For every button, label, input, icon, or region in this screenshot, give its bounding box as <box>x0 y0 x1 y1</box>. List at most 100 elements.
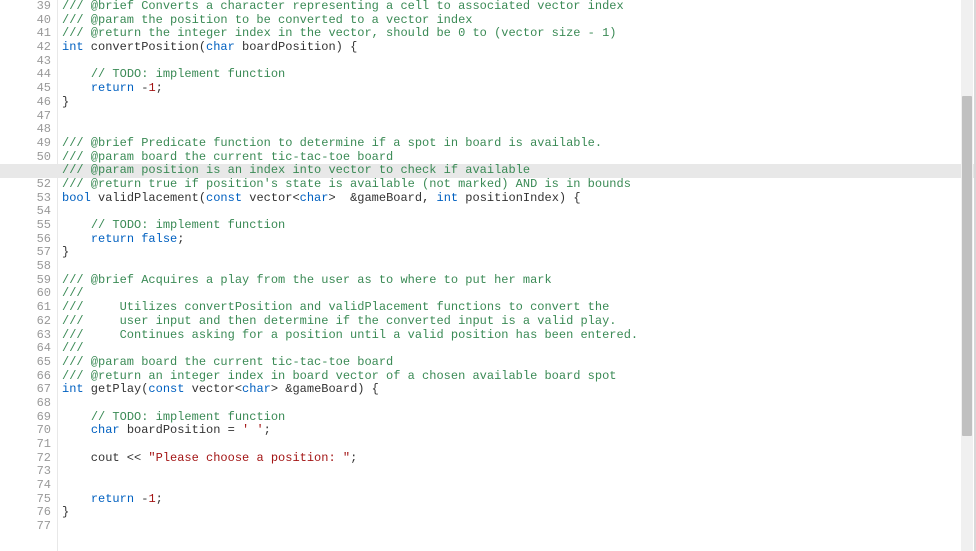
token-comment: /// @return true if position's state is … <box>62 177 631 191</box>
code-line[interactable]: } <box>62 96 976 110</box>
line-number: 39 <box>16 0 51 14</box>
code-line[interactable]: int convertPosition(char boardPosition) … <box>62 41 976 55</box>
code-line[interactable]: // TODO: implement function <box>62 68 976 82</box>
token-comment: /// @param the position to be converted … <box>62 13 472 27</box>
line-number: 48 <box>16 123 51 137</box>
token-comment: /// @param position is an index into vec… <box>62 163 530 177</box>
code-line[interactable]: /// <box>62 287 976 301</box>
code-line[interactable]: /// <box>62 342 976 356</box>
code-line[interactable]: /// @brief Converts a character represen… <box>62 0 976 14</box>
code-line[interactable] <box>62 520 976 534</box>
line-number: 70 <box>16 424 51 438</box>
code-area[interactable]: /// @brief Converts a character represen… <box>58 0 976 551</box>
line-number: 42 <box>16 41 51 55</box>
code-line[interactable]: /// @return true if position's state is … <box>62 178 976 192</box>
code-content[interactable]: /// @brief Converts a character represen… <box>62 0 976 534</box>
code-line[interactable]: /// @return the integer index in the vec… <box>62 27 976 41</box>
token-plain: ; <box>264 423 271 437</box>
token-keyword: return <box>91 81 134 95</box>
line-number: 47 <box>16 110 51 124</box>
token-plain: cout << <box>62 451 148 465</box>
token-plain: ; <box>350 451 357 465</box>
code-line[interactable]: /// @param position is an index into vec… <box>62 164 976 178</box>
token-comment: /// Utilizes convertPosition and validPl… <box>62 300 609 314</box>
token-plain: > &gameBoard) { <box>271 382 379 396</box>
code-line[interactable]: /// @param the position to be converted … <box>62 14 976 28</box>
code-line[interactable]: /// @brief Acquires a play from the user… <box>62 274 976 288</box>
code-line[interactable]: int getPlay(const vector<char> &gameBoar… <box>62 383 976 397</box>
token-plain <box>62 410 91 424</box>
line-number: 65 <box>16 356 51 370</box>
code-line[interactable]: /// Continues asking for a position unti… <box>62 329 976 343</box>
code-line[interactable] <box>62 438 976 452</box>
token-comment: /// @param board the current tic-tac-toe… <box>62 150 393 164</box>
code-line[interactable]: /// @return an integer index in board ve… <box>62 370 976 384</box>
code-line[interactable]: return false; <box>62 233 976 247</box>
token-type: bool <box>62 191 91 205</box>
code-line[interactable]: /// @param board the current tic-tac-toe… <box>62 356 976 370</box>
code-line[interactable]: cout << "Please choose a position: "; <box>62 452 976 466</box>
line-number: 64 <box>16 342 51 356</box>
code-line[interactable]: char boardPosition = ' '; <box>62 424 976 438</box>
token-plain: boardPosition) { <box>235 40 357 54</box>
token-type: char <box>300 191 329 205</box>
token-comment: /// @brief Converts a character represen… <box>62 0 624 13</box>
code-line[interactable]: } <box>62 246 976 260</box>
token-plain <box>62 67 91 81</box>
token-plain: getPlay( <box>84 382 149 396</box>
code-line[interactable]: return -1; <box>62 493 976 507</box>
token-plain: vector< <box>242 191 300 205</box>
token-comment: // TODO: implement function <box>91 218 285 232</box>
code-line[interactable] <box>62 110 976 124</box>
code-line[interactable]: /// @param board the current tic-tac-toe… <box>62 151 976 165</box>
gutter-margin <box>0 0 16 551</box>
token-keyword: const <box>206 191 242 205</box>
line-number: 50 <box>16 151 51 165</box>
line-number: 73 <box>16 465 51 479</box>
token-plain <box>62 423 91 437</box>
code-line[interactable] <box>62 260 976 274</box>
line-number: 55 <box>16 219 51 233</box>
token-keyword: false <box>141 232 177 246</box>
line-number: 49 <box>16 137 51 151</box>
line-number: 59 <box>16 274 51 288</box>
code-line[interactable]: return -1; <box>62 82 976 96</box>
code-line[interactable] <box>62 465 976 479</box>
code-line[interactable]: /// Utilizes convertPosition and validPl… <box>62 301 976 315</box>
code-line[interactable]: // TODO: implement function <box>62 411 976 425</box>
code-line[interactable] <box>62 55 976 69</box>
token-plain <box>62 232 91 246</box>
token-keyword: return <box>91 492 134 506</box>
line-number: 52 <box>16 178 51 192</box>
token-comment: /// @brief Acquires a play from the user… <box>62 273 552 287</box>
code-line[interactable] <box>62 205 976 219</box>
line-number: 45 <box>16 82 51 96</box>
code-line[interactable] <box>62 479 976 493</box>
line-number: 76 <box>16 506 51 520</box>
code-line[interactable] <box>62 123 976 137</box>
token-type: int <box>62 382 84 396</box>
token-string: ' ' <box>242 423 264 437</box>
line-number: 61 <box>16 301 51 315</box>
token-type: char <box>242 382 271 396</box>
code-line[interactable]: } <box>62 506 976 520</box>
code-line[interactable] <box>62 397 976 411</box>
code-line[interactable]: bool validPlacement(const vector<char> &… <box>62 192 976 206</box>
line-number: 56 <box>16 233 51 247</box>
line-number: 40 <box>16 14 51 28</box>
code-line[interactable]: /// user input and then determine if the… <box>62 315 976 329</box>
token-plain: } <box>62 245 69 259</box>
token-plain: positionIndex) { <box>458 191 580 205</box>
token-type: int <box>62 40 84 54</box>
token-plain <box>62 492 91 506</box>
code-line[interactable]: /// @brief Predicate function to determi… <box>62 137 976 151</box>
token-number: 1 <box>148 81 155 95</box>
token-comment: // TODO: implement function <box>91 67 285 81</box>
code-line[interactable]: // TODO: implement function <box>62 219 976 233</box>
token-plain: } <box>62 95 69 109</box>
line-number: 60 <box>16 287 51 301</box>
code-editor[interactable]: 3940414243444546474849505152535455565758… <box>0 0 976 551</box>
line-number: 77 <box>16 520 51 534</box>
token-plain: ; <box>177 232 184 246</box>
token-plain <box>62 218 91 232</box>
